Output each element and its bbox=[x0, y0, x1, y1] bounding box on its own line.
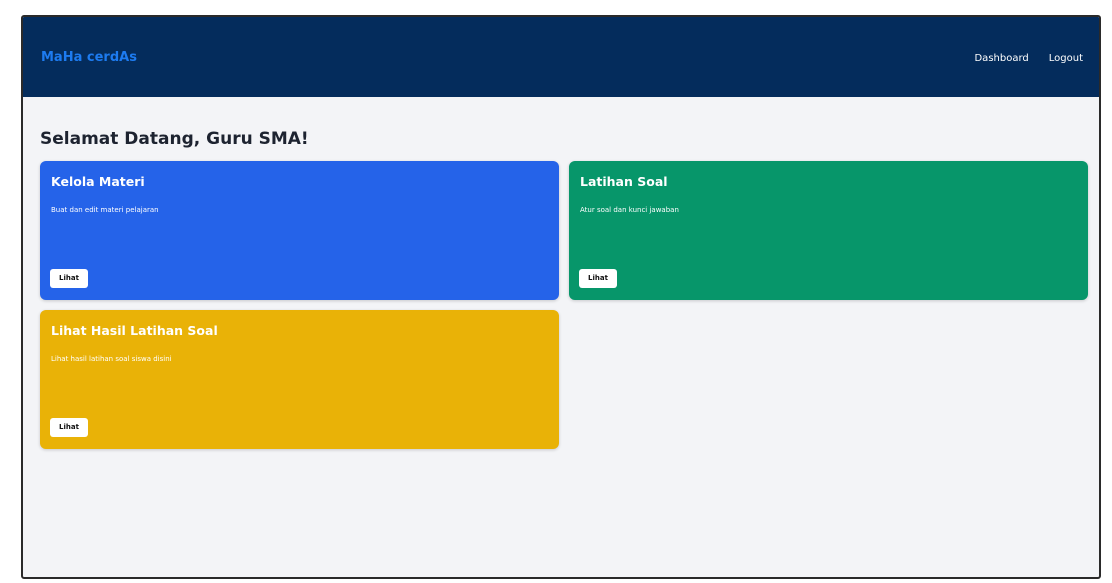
card-title: Kelola Materi bbox=[51, 174, 145, 189]
view-hasil-button[interactable]: Lihat bbox=[50, 418, 88, 437]
card-title: Lihat Hasil Latihan Soal bbox=[51, 323, 218, 338]
card-title: Latihan Soal bbox=[580, 174, 668, 189]
card-kelola-materi: Kelola Materi Buat dan edit materi pelaj… bbox=[40, 161, 559, 300]
view-latihan-button[interactable]: Lihat bbox=[579, 269, 617, 288]
app-window: MaHa cerdAs Dashboard Logout Selamat Dat… bbox=[21, 15, 1101, 579]
navbar: MaHa cerdAs Dashboard Logout bbox=[23, 17, 1099, 97]
card-description: Lihat hasil latihan soal siswa disini bbox=[51, 355, 172, 363]
nav-links: Dashboard Logout bbox=[974, 52, 1083, 66]
page-title: Selamat Datang, Guru SMA! bbox=[40, 129, 309, 149]
card-description: Buat dan edit materi pelajaran bbox=[51, 206, 159, 214]
card-description: Atur soal dan kunci jawaban bbox=[580, 206, 679, 214]
card-hasil-latihan: Lihat Hasil Latihan Soal Lihat hasil lat… bbox=[40, 310, 559, 449]
card-latihan-soal: Latihan Soal Atur soal dan kunci jawaban… bbox=[569, 161, 1088, 300]
view-materi-button[interactable]: Lihat bbox=[50, 269, 88, 288]
nav-link-dashboard[interactable]: Dashboard bbox=[974, 52, 1028, 66]
brand-logo[interactable]: MaHa cerdAs bbox=[41, 50, 137, 66]
nav-link-logout[interactable]: Logout bbox=[1049, 52, 1083, 66]
